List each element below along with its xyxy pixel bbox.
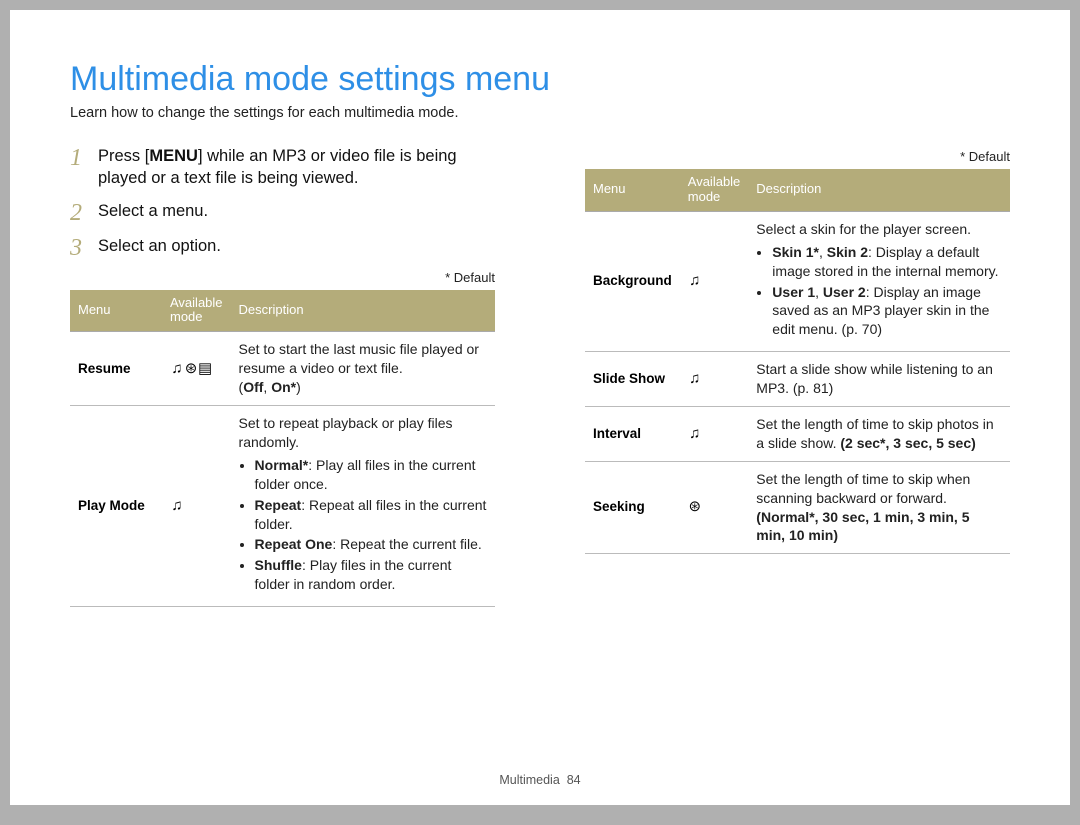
th-mode: Available mode [680,169,749,211]
description-cell: Set to repeat playback or play files ran… [231,406,495,607]
list-item: Shuffle: Play files in the current folde… [255,556,487,594]
table-row: Play Mode ♫ Set to repeat playback or pl… [70,406,495,607]
manual-page: Multimedia mode settings menu Learn how … [10,10,1070,805]
step-text: Select an option. [98,235,221,260]
options-inline: (2 sec*, 3 sec, 5 sec) [840,435,975,451]
page-subtitle: Learn how to change the settings for eac… [70,105,1010,121]
step-1: 1 Press [MENU] while an MP3 or video fil… [70,145,495,190]
th-mode: Available mode [162,290,231,332]
list-item: Repeat: Repeat all files in the current … [255,496,487,534]
video-icon: ⊛ [184,359,198,379]
settings-table-left: Menu Available mode Description Resume ♫… [70,290,495,608]
menu-key: MENU [149,147,198,165]
th-description: Description [231,290,495,332]
music-icon: ♫ [688,271,702,291]
step-number: 3 [70,235,98,260]
step-number: 2 [70,200,98,225]
available-modes: ⊛ [680,461,749,554]
music-icon: ♫ [170,496,184,516]
music-icon: ♫ [688,369,702,389]
options-list: Skin 1*, Skin 2: Display a default image… [756,243,1002,339]
default-note: * Default [70,270,495,285]
options-inline: (Normal*, 30 sec, 1 min, 3 min, 5 min, 1… [756,509,969,544]
list-item: User 1, User 2: Display an image saved a… [772,283,1002,340]
page-title: Multimedia mode settings menu [70,60,1010,99]
text-icon: ▤ [198,359,212,379]
step-2: 2 Select a menu. [70,200,495,225]
menu-name: Background [585,211,680,351]
description-cell: Set the length of time to skip when scan… [748,461,1010,554]
available-modes: ♫ [162,406,231,607]
available-modes: ♫ [680,407,749,462]
left-column: 1 Press [MENU] while an MP3 or video fil… [70,145,495,607]
table-row: Interval ♫ Set the length of time to ski… [585,407,1010,462]
list-item: Normal*: Play all files in the current f… [255,456,487,494]
settings-table-right: Menu Available mode Description Backgrou… [585,169,1010,554]
th-description: Description [748,169,1010,211]
music-icon: ♫ [688,424,702,444]
list-item: Repeat One: Repeat the current file. [255,535,487,554]
available-modes: ♫ [680,211,749,351]
options-list: Normal*: Play all files in the current f… [239,456,487,594]
video-icon: ⊛ [688,497,702,517]
available-modes: ♫⊛▤ [162,332,231,406]
default-note: * Default [585,149,1010,164]
table-row: Seeking ⊛ Set the length of time to skip… [585,461,1010,554]
menu-name: Seeking [585,461,680,554]
right-column: * Default Menu Available mode Descriptio… [585,145,1010,607]
footer-section: Multimedia [499,773,559,787]
steps-list: 1 Press [MENU] while an MP3 or video fil… [70,145,495,260]
available-modes: ♫ [680,352,749,407]
menu-name: Interval [585,407,680,462]
th-menu: Menu [70,290,162,332]
th-menu: Menu [585,169,680,211]
table-row: Resume ♫⊛▤ Set to start the last music f… [70,332,495,406]
step-text: Press [MENU] while an MP3 or video file … [98,145,495,190]
music-icon: ♫ [170,359,184,379]
page-footer: Multimedia 84 [10,773,1070,787]
menu-name: Slide Show [585,352,680,407]
menu-name: Play Mode [70,406,162,607]
description-cell: Start a slide show while listening to an… [748,352,1010,407]
step-number: 1 [70,145,98,190]
content-columns: 1 Press [MENU] while an MP3 or video fil… [70,145,1010,607]
menu-name: Resume [70,332,162,406]
description-cell: Set the length of time to skip photos in… [748,407,1010,462]
description-cell: Set to start the last music file played … [231,332,495,406]
step-text: Select a menu. [98,200,208,225]
table-row: Background ♫ Select a skin for the playe… [585,211,1010,351]
table-row: Slide Show ♫ Start a slide show while li… [585,352,1010,407]
list-item: Skin 1*, Skin 2: Display a default image… [772,243,1002,281]
description-cell: Select a skin for the player screen. Ski… [748,211,1010,351]
footer-page: 84 [567,773,581,787]
step-3: 3 Select an option. [70,235,495,260]
